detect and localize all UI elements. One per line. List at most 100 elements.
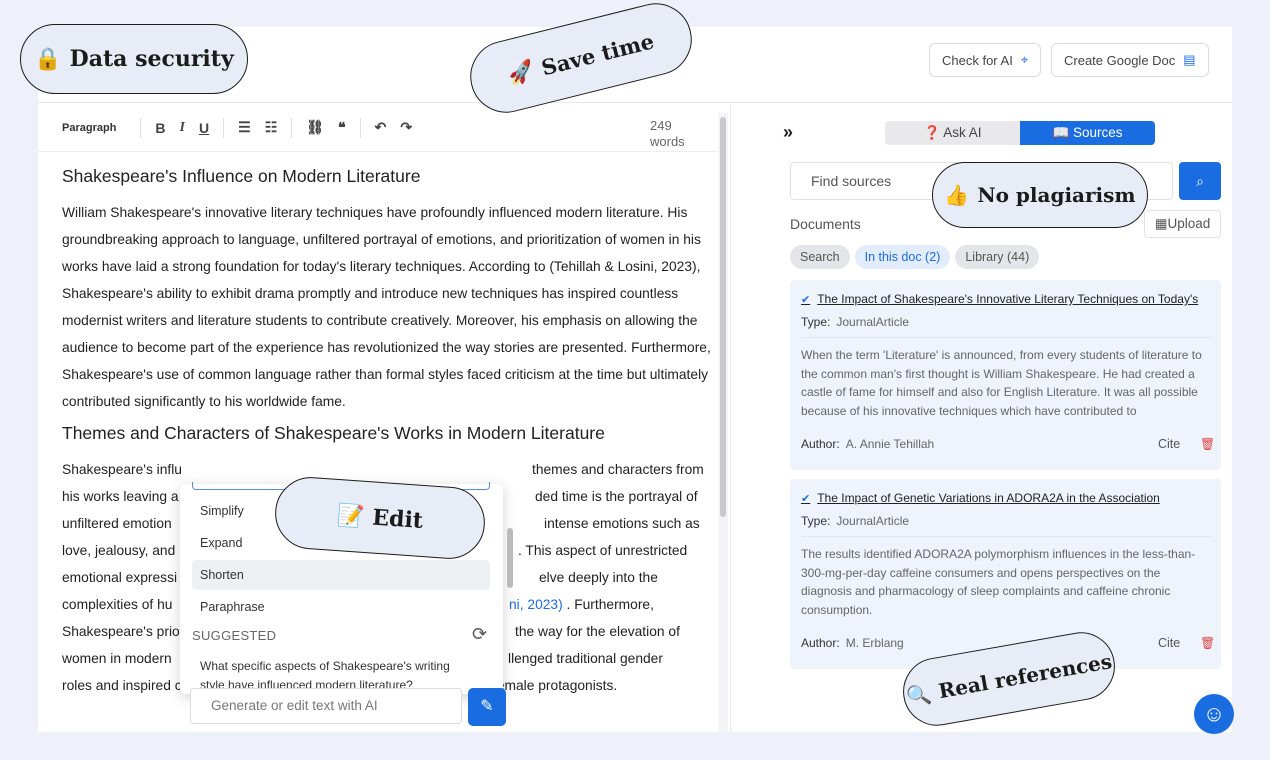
source-author: Author: M. Erblang xyxy=(801,636,904,650)
target-icon: ⌖ xyxy=(1020,52,1029,67)
thumbs-up-icon: 👍 xyxy=(944,183,970,207)
chip-in-this-doc[interactable]: In this doc (2) xyxy=(854,245,951,269)
word-count-unit: words xyxy=(650,134,685,149)
card-divider xyxy=(801,536,1211,537)
check-badge-icon: ✔ xyxy=(801,293,811,306)
chip-search[interactable]: Search xyxy=(790,245,850,269)
para2-line6-a: complexities of hu xyxy=(62,597,173,612)
author-label: Author: xyxy=(801,437,840,451)
link-icon[interactable]: ⛓ xyxy=(306,119,324,136)
menu-scrollbar[interactable] xyxy=(507,528,513,588)
suggested-label: SUGGESTED xyxy=(192,628,277,643)
source-card[interactable]: ✔ The Impact of Genetic Variations in ADO… xyxy=(790,479,1221,669)
check-badge-icon: ✔ xyxy=(801,492,811,505)
cite-button[interactable]: Cite xyxy=(1158,636,1180,650)
upload-icon: ▦ xyxy=(1154,216,1168,231)
editor-scrollbar[interactable] xyxy=(718,113,728,733)
underline-button[interactable]: U xyxy=(199,120,209,136)
para2-line7-b: the way for the elevation of xyxy=(515,624,680,639)
undo-icon[interactable]: ↶ xyxy=(375,119,387,136)
para2-line8-a: women in modern xyxy=(62,651,172,666)
smiley-icon[interactable]: ☺ xyxy=(1194,694,1234,734)
tab-sources[interactable]: 📖 Sources xyxy=(1020,121,1155,145)
inline-citation[interactable]: ni, 2023) xyxy=(509,597,563,612)
chevrons-right-icon[interactable]: » xyxy=(783,122,793,143)
tab-ask-ai-label: Ask AI xyxy=(943,125,982,140)
memo-icon: 📝 xyxy=(336,502,366,530)
source-type: Type: JournalArticle xyxy=(801,514,909,528)
author-value: M. Erblang xyxy=(845,636,904,650)
tab-ask-ai[interactable]: ❓ Ask AI xyxy=(885,121,1020,145)
source-author: Author: A. Annie Tehillah xyxy=(801,437,934,451)
para2-line2-b: ded time is the portrayal of xyxy=(535,489,698,504)
toolbar-divider xyxy=(359,117,361,138)
para2-line3-b: intense emotions such as xyxy=(544,516,700,531)
para2-line5-a: emotional expressi xyxy=(62,570,178,585)
word-count: 249 words xyxy=(650,118,685,150)
question-icon: ❓ xyxy=(923,125,941,140)
para2-line1-a: Shakespeare's influ xyxy=(62,462,182,477)
menu-item-shorten[interactable]: Shorten xyxy=(192,560,490,590)
source-filter-chips: Search In this doc (2) Library (44) xyxy=(790,245,1040,269)
author-value: A. Annie Tehillah xyxy=(845,437,935,451)
bullet-list-icon[interactable]: ☰ xyxy=(238,119,251,136)
trash-icon[interactable]: 🗑 xyxy=(1200,636,1215,650)
numbered-list-icon[interactable]: ☷ xyxy=(265,119,278,136)
source-abstract: The results identified ADORA2A polymorph… xyxy=(801,547,1196,617)
editor-pane: Paragraph B I U ☰ ☷ ⛓ ❝ ↶ ↷ 249 words Sh… xyxy=(38,104,728,732)
paragraph-style-select[interactable]: Paragraph xyxy=(62,122,116,134)
doc-icon: ▤ xyxy=(1183,52,1196,67)
callout-no-plagiarism-label: No plagiarism xyxy=(977,183,1136,207)
upload-button[interactable]: ▦Upload xyxy=(1144,210,1221,238)
para2-line4-a: love, jealousy, and xyxy=(62,543,176,558)
editor-toolbar: Paragraph B I U ☰ ☷ ⛓ ❝ ↶ ↷ 249 words xyxy=(38,104,718,152)
callout-no-plagiarism: 👍 No plagiarism xyxy=(932,162,1148,228)
check-for-ai-button[interactable]: Check for AI ⌖ xyxy=(929,43,1042,77)
heading-1: Shakespeare's Influence on Modern Litera… xyxy=(62,166,421,186)
book-icon: 📖 xyxy=(1052,125,1070,140)
para2-line6-c: . Furthermore, xyxy=(562,597,654,612)
para2-line5-b: elve deeply into the xyxy=(539,570,658,585)
rocket-icon: 🚀 xyxy=(505,57,537,88)
para2-line8-b: llenged traditional gender xyxy=(508,651,663,666)
para2-line4-b: . This aspect of unrestricted xyxy=(518,543,688,558)
quote-icon[interactable]: ❝ xyxy=(338,119,346,136)
menu-item-paraphrase[interactable]: Paraphrase xyxy=(192,592,490,622)
search-icon[interactable]: ⌕ xyxy=(1179,162,1221,200)
check-for-ai-label: Check for AI xyxy=(942,52,1013,68)
cite-button[interactable]: Cite xyxy=(1158,437,1180,451)
app-window: Check for AI ⌖ Create Google Doc ▤ Parag… xyxy=(38,27,1232,733)
refresh-icon[interactable]: ⟳ xyxy=(472,624,487,645)
magnifier-icon: 🔍 xyxy=(904,680,934,709)
source-abstract: When the term 'Literature' is announced,… xyxy=(801,348,1202,418)
source-title-text: The Impact of Shakespeare's Innovative L… xyxy=(817,292,1199,306)
magic-wand-icon[interactable]: ✎ xyxy=(468,688,506,726)
trash-icon[interactable]: 🗑 xyxy=(1200,437,1215,451)
ai-prompt-input[interactable]: Generate or edit text with AI xyxy=(190,688,462,724)
source-title[interactable]: ✔ The Impact of Shakespeare's Innovative … xyxy=(801,292,1211,306)
type-value: JournalArticle xyxy=(836,315,910,329)
word-count-number: 249 xyxy=(650,118,672,133)
callout-edit-label: Edit xyxy=(371,504,424,534)
editor-scroll-thumb[interactable] xyxy=(720,117,726,517)
sidebar-tabs: ❓ Ask AI 📖 Sources xyxy=(885,121,1155,145)
heading-2: Themes and Characters of Shakespeare's W… xyxy=(62,423,605,443)
paragraph-1: William Shakespeare's innovative literar… xyxy=(62,205,711,409)
toolbar-divider xyxy=(291,117,293,138)
toolbar-divider xyxy=(223,117,225,138)
source-card[interactable]: ✔ The Impact of Shakespeare's Innovative … xyxy=(790,280,1221,470)
lock-icon: 🔒 xyxy=(34,46,62,72)
chip-library[interactable]: Library (44) xyxy=(955,245,1040,269)
toolbar-divider xyxy=(140,117,142,138)
para2-line1-b: themes and characters from xyxy=(532,462,704,477)
italic-button[interactable]: I xyxy=(180,120,185,136)
create-google-doc-button[interactable]: Create Google Doc ▤ xyxy=(1051,43,1209,77)
card-divider xyxy=(801,337,1211,338)
redo-icon[interactable]: ↷ xyxy=(400,119,412,136)
documents-label: Documents xyxy=(790,216,861,232)
source-title[interactable]: ✔ The Impact of Genetic Variations in ADO… xyxy=(801,491,1211,505)
bold-button[interactable]: B xyxy=(155,120,165,136)
para2-line2-a: his works leaving a xyxy=(62,489,179,504)
callout-save-time-label: Save time xyxy=(538,27,657,80)
type-label: Type: xyxy=(801,514,831,528)
